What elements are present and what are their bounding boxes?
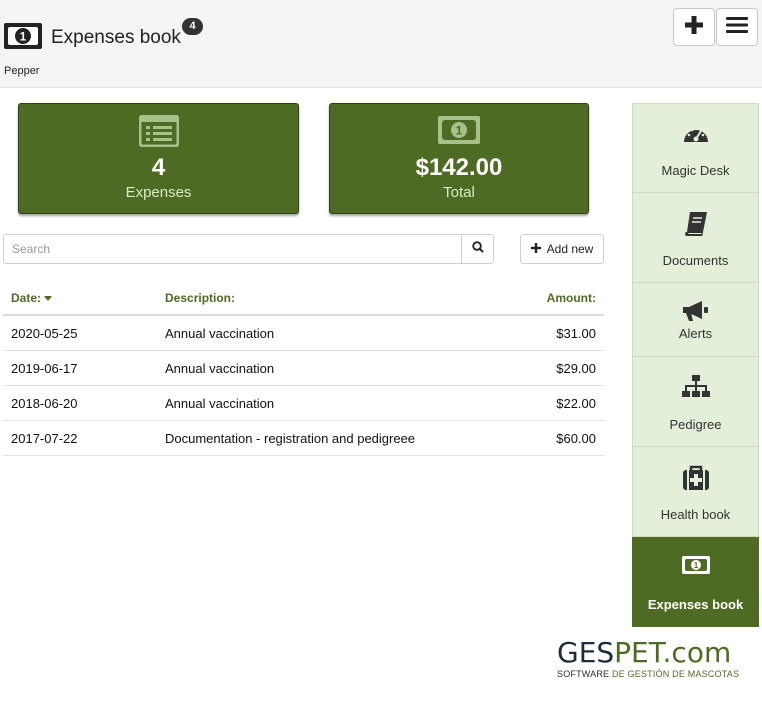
- row-description: Annual vaccination: [165, 361, 275, 376]
- banknote-icon: 1: [437, 115, 481, 150]
- megaphone-icon: [682, 299, 710, 328]
- gespet-logo[interactable]: GESPET.com SOFTWARE DE GESTIÓN DE MASCOT…: [557, 638, 747, 684]
- sidebar-item-label: Documents: [662, 253, 729, 268]
- sidebar-item-label: Expenses book: [647, 597, 744, 612]
- sidebar-item-label: Alerts: [678, 326, 713, 341]
- logo-wordmark: GESPET.com: [557, 636, 732, 669]
- row-date: 2020-05-25: [11, 326, 78, 341]
- table-row[interactable]: 2019-06-17 Annual vaccination $29.00: [3, 351, 604, 386]
- row-date: 2018-06-20: [11, 396, 78, 411]
- sidebar-item-documents[interactable]: Documents: [632, 193, 759, 283]
- page-header: 1 Expenses book 4 Pepper: [0, 0, 762, 88]
- sidebar-item-expenses-book[interactable]: 1 Expenses book: [632, 537, 759, 627]
- expenses-table: Date: Description: Amount: 2020-05-25 An…: [3, 280, 604, 456]
- add-new-button[interactable]: Add new: [520, 234, 604, 264]
- logo-tagline: SOFTWARE DE GESTIÓN DE MASCOTAS: [557, 669, 740, 679]
- section-sidebar: Magic Desk Documents Alerts Pedigree Hea…: [632, 103, 759, 627]
- sidebar-item-label: Health book: [660, 507, 731, 522]
- add-button[interactable]: [673, 8, 715, 46]
- row-description: Documentation - registration and pedigre…: [165, 431, 416, 446]
- expenses-total-value: $142.00: [415, 154, 503, 181]
- expenses-count-value: 4: [151, 154, 166, 181]
- add-new-label: Add new: [546, 242, 594, 256]
- expenses-count-label: Expenses: [125, 184, 192, 201]
- sort-desc-icon: [44, 296, 53, 302]
- amount-column-header[interactable]: Amount:: [547, 291, 596, 305]
- count-badge: 4: [182, 18, 203, 35]
- row-amount: $31.00: [556, 326, 596, 341]
- date-column-header[interactable]: Date:: [11, 291, 53, 305]
- row-description: Annual vaccination: [165, 326, 275, 341]
- table-header: Date: Description: Amount:: [3, 280, 604, 316]
- page-title: Expenses book: [51, 27, 181, 48]
- pet-name: Pepper: [4, 65, 40, 77]
- sidebar-item-pedigree[interactable]: Pedigree: [632, 357, 759, 447]
- expenses-total-card: 1 $142.00 Total: [329, 103, 589, 214]
- menu-button[interactable]: [716, 8, 758, 46]
- expenses-count-card: 4 Expenses: [18, 103, 299, 214]
- table-row[interactable]: 2018-06-20 Annual vaccination $22.00: [3, 386, 604, 421]
- banknote-icon: 1: [681, 555, 711, 580]
- search-button[interactable]: [461, 234, 494, 264]
- page: 1 Expenses book 4 Pepper 4 Expenses 1 $1…: [0, 0, 762, 702]
- book-icon: [684, 211, 708, 242]
- search-input[interactable]: [3, 234, 462, 264]
- sitemap-icon: [681, 375, 710, 404]
- list-icon: [138, 114, 179, 152]
- medkit-icon: [682, 465, 710, 496]
- plus-icon: [684, 15, 704, 40]
- row-amount: $29.00: [556, 361, 596, 376]
- sidebar-item-health-book[interactable]: Health book: [632, 447, 759, 537]
- gauge-icon: [682, 122, 710, 151]
- sidebar-item-alerts[interactable]: Alerts: [632, 283, 759, 357]
- svg-text:1: 1: [693, 561, 698, 570]
- row-amount: $60.00: [556, 431, 596, 446]
- search-icon: [471, 240, 484, 258]
- row-description: Annual vaccination: [165, 396, 275, 411]
- sidebar-item-label: Pedigree: [669, 417, 722, 432]
- svg-text:1: 1: [456, 124, 463, 138]
- description-column-header[interactable]: Description:: [165, 291, 235, 305]
- hamburger-menu-icon: [726, 16, 748, 39]
- date-header-label: Date:: [11, 291, 42, 305]
- table-row[interactable]: 2017-07-22 Documentation - registration …: [3, 421, 604, 456]
- banknote-icon: 1: [3, 22, 43, 50]
- row-date: 2017-07-22: [11, 431, 78, 446]
- table-row[interactable]: 2020-05-25 Annual vaccination $31.00: [3, 316, 604, 351]
- expenses-total-label: Total: [443, 184, 475, 201]
- row-date: 2019-06-17: [11, 361, 78, 376]
- svg-text:1: 1: [20, 30, 27, 44]
- row-amount: $22.00: [556, 396, 596, 411]
- sidebar-item-label: Magic Desk: [661, 163, 730, 178]
- plus-icon: [530, 242, 541, 256]
- sidebar-item-magic-desk[interactable]: Magic Desk: [632, 103, 759, 193]
